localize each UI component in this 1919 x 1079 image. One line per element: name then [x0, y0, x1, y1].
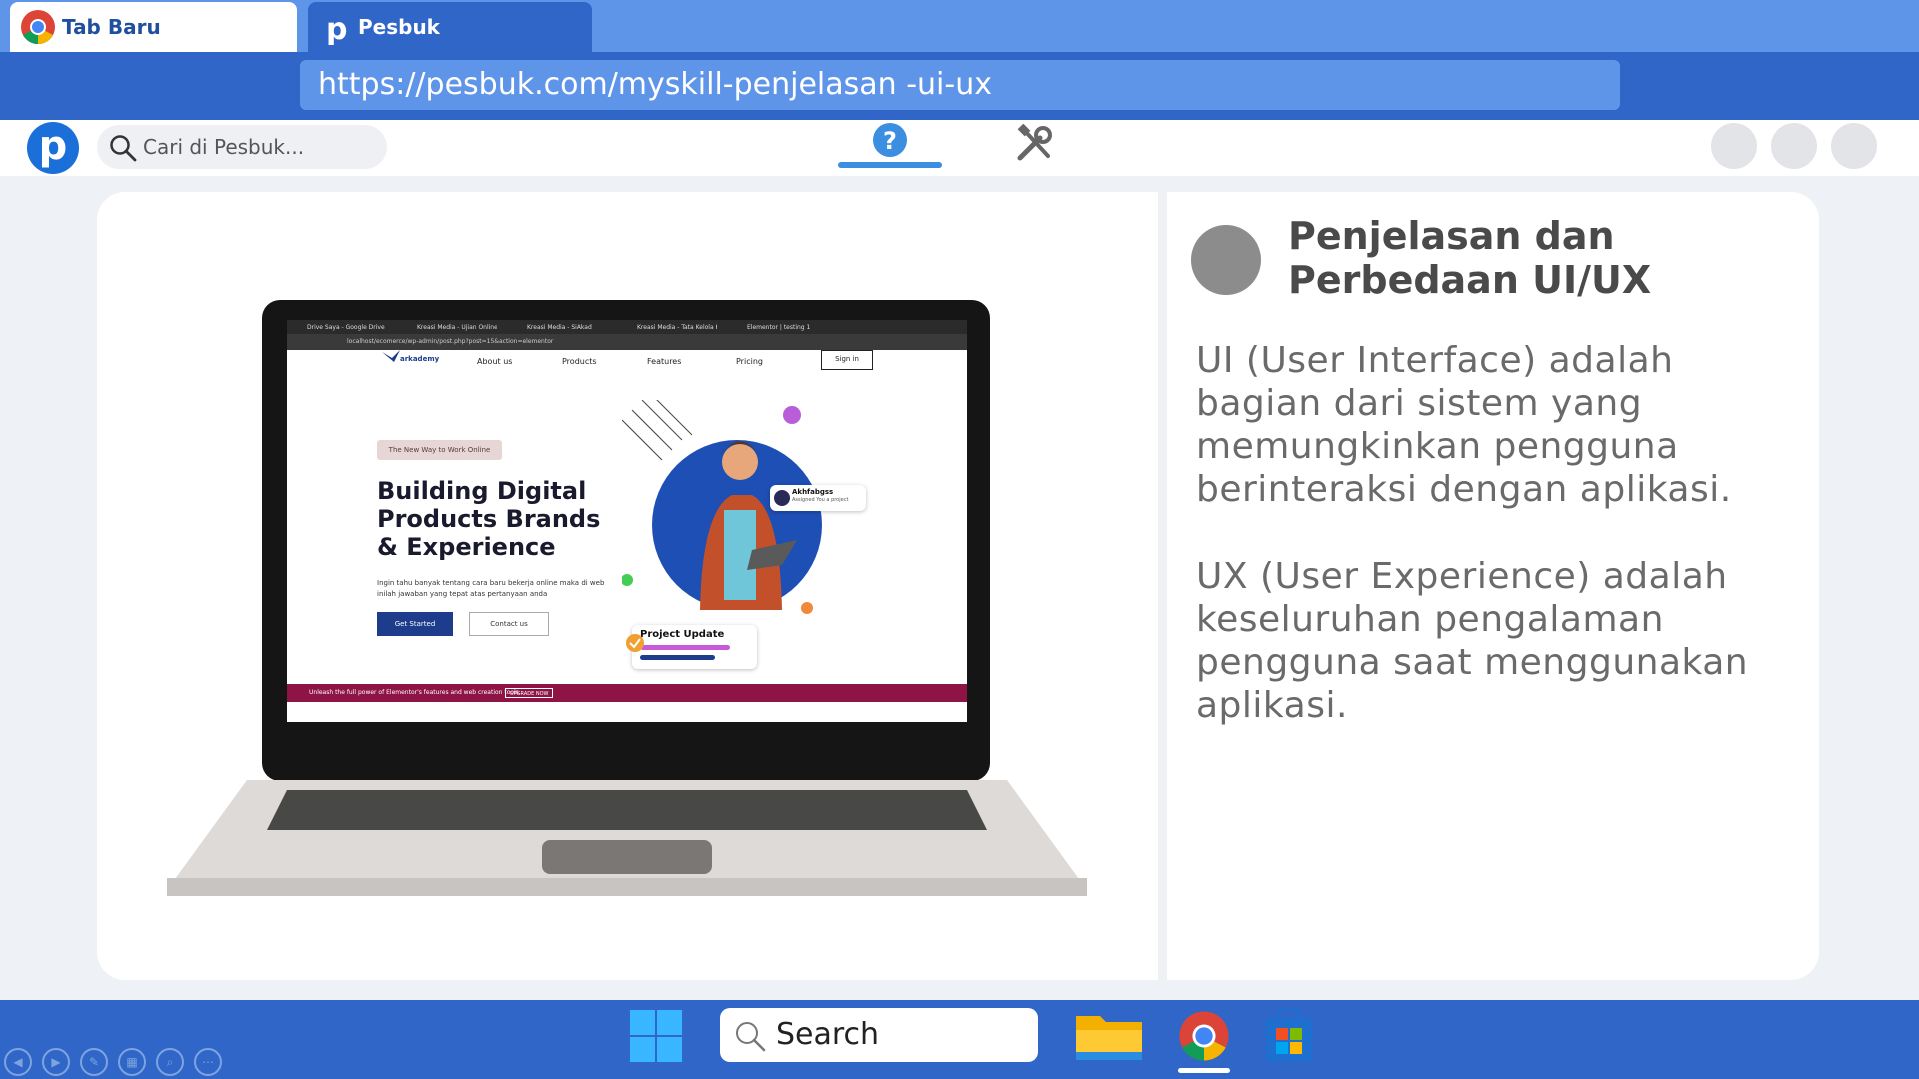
svg-text:?: ?	[883, 127, 897, 155]
site-nav-item: Features	[647, 357, 682, 366]
avatar-icon	[774, 490, 790, 506]
pen-icon[interactable]: ✎	[80, 1048, 108, 1076]
file-explorer-icon[interactable]	[1076, 1012, 1142, 1060]
taskbar: Search	[0, 1000, 1919, 1079]
svg-text:p: p	[326, 12, 347, 45]
tab-label: Pesbuk	[358, 15, 440, 39]
screen-url: localhost/ecomerce/wp-admin/post.php?pos…	[347, 338, 554, 345]
chrome-icon[interactable]	[1178, 1010, 1230, 1062]
search-icon	[110, 135, 137, 162]
site-signin-button: Sign in	[821, 350, 873, 370]
nav-tools[interactable]	[1010, 120, 1060, 176]
site-chip: The New Way to Work Online	[377, 440, 502, 460]
pesbuk-logo[interactable]: p	[27, 122, 79, 174]
banner-upgrade-button: UPGRADE NOW	[505, 688, 554, 698]
elementor-banner: Unleash the full power of Elementor's fe…	[287, 684, 967, 702]
screen-browser-tabs: Drive Saya - Google Drive Kreasi Media -…	[287, 320, 967, 334]
next-slide-icon[interactable]: ▶	[42, 1048, 70, 1076]
address-bar: https://pesbuk.com/myskill-penjelasan -u…	[0, 52, 1919, 120]
screen-tab: Kreasi Media - Ujian Online	[417, 324, 497, 331]
check-badge-icon	[626, 634, 644, 652]
screen-tab: Drive Saya - Google Drive	[307, 324, 385, 331]
card-divider	[1158, 192, 1167, 980]
screen-url-bar: localhost/ecomerce/wp-admin/post.php?pos…	[287, 334, 967, 350]
site-contact-button: Contact us	[469, 612, 549, 636]
site-nav-item: About us	[477, 357, 513, 366]
progress-bar-blue	[640, 655, 715, 660]
search-input[interactable]	[143, 125, 373, 169]
author-avatar	[1191, 225, 1261, 295]
chrome-icon	[21, 10, 55, 44]
laptop-base	[167, 780, 1087, 896]
tab-tab-baru[interactable]: Tab Baru	[10, 2, 297, 52]
header-menu-button[interactable]	[1711, 123, 1757, 169]
progress-bar-purple	[640, 645, 730, 650]
laptop-screen: Drive Saya - Google Drive Kreasi Media -…	[287, 320, 967, 722]
user-card-name: Akhfabgss	[792, 488, 834, 496]
site-subtext: Ingin tahu banyak tentang cara baru beke…	[377, 579, 605, 598]
url-field[interactable]: https://pesbuk.com/myskill-penjelasan -u…	[300, 60, 1620, 110]
site-nav-item: Products	[562, 357, 597, 366]
hero-illustration	[622, 400, 822, 614]
active-app-indicator	[1178, 1068, 1230, 1073]
presentation-controls: ◀ ▶ ✎ ▦ ⌕ ⋯	[4, 1048, 222, 1076]
user-card: Akhfabgss Assigned You a project	[770, 485, 866, 511]
tab-label: Tab Baru	[62, 15, 161, 39]
site-get-started-button: Get Started	[377, 612, 453, 636]
logo-letter: p	[38, 123, 68, 169]
project-update-card: Project Update	[632, 625, 757, 669]
banner-text: Unleash the full power of Elementor's fe…	[309, 689, 521, 696]
article-paragraph: UX (User Experience) adalah keseluruhan …	[1196, 556, 1749, 726]
article-paragraph: UI (User Interface) adalah bagian dari s…	[1196, 340, 1732, 510]
screen-tab: Kreasi Media - SiAkad	[527, 324, 592, 331]
screen-tab: Kreasi Media - Tata Kelola K	[637, 324, 717, 331]
article-title: Penjelasan dan Perbedaan UI/UX	[1288, 214, 1652, 302]
taskbar-search-label: Search	[776, 1017, 880, 1052]
tab-pesbuk[interactable]: p Pesbuk	[308, 2, 592, 52]
previous-slide-icon[interactable]: ◀	[4, 1048, 32, 1076]
help-question-icon: ?	[873, 123, 907, 157]
site-headline: Building Digital Products Brands & Exper…	[377, 477, 601, 561]
app-header: p ?	[0, 120, 1919, 176]
nav-help[interactable]: ?	[838, 120, 942, 176]
pesbuk-p-icon: p	[326, 12, 347, 45]
project-update-title: Project Update	[640, 629, 725, 640]
zoom-icon[interactable]: ⌕	[156, 1048, 184, 1076]
arkademy-logo-icon	[382, 350, 400, 362]
header-notifications-button[interactable]	[1771, 123, 1817, 169]
search-icon	[736, 1022, 766, 1052]
taskbar-search[interactable]: Search	[720, 1008, 1038, 1062]
site-logo-text: arkademy	[400, 355, 440, 363]
user-card-desc: Assigned You a project	[792, 497, 849, 503]
microsoft-store-icon[interactable]	[1266, 1008, 1312, 1062]
site-nav-item: Pricing	[736, 357, 763, 366]
search-box[interactable]	[97, 125, 387, 169]
windows-start-icon[interactable]	[630, 1010, 682, 1062]
browser-tab-strip: Tab Baru p Pesbuk	[0, 0, 1919, 52]
tools-icon	[1017, 124, 1052, 161]
more-options-icon[interactable]: ⋯	[194, 1048, 222, 1076]
screen-tab: Elementor | testing 1	[747, 324, 811, 331]
header-profile-button[interactable]	[1831, 123, 1877, 169]
active-nav-indicator	[838, 162, 942, 168]
slides-overview-icon[interactable]: ▦	[118, 1048, 146, 1076]
